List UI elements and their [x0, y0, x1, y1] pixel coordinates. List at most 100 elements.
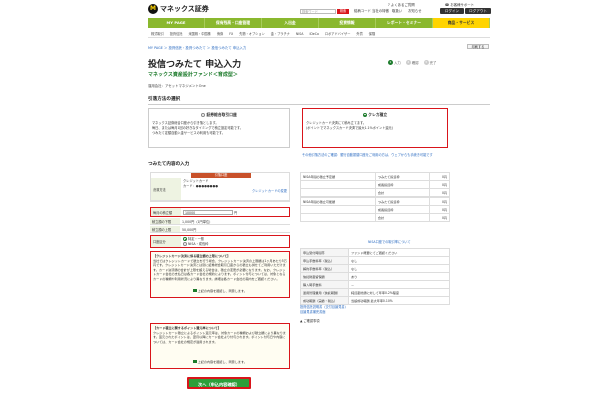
subnav-item[interactable]: 金・プラチナ: [268, 30, 293, 37]
print-button[interactable]: 印刷する: [467, 44, 489, 49]
step-input: 1 入力: [388, 60, 401, 65]
subnav-item[interactable]: 先物・オプション: [236, 30, 268, 37]
subnav-item[interactable]: NISA: [293, 30, 307, 37]
gnav-mypage[interactable]: MY PAGE: [148, 18, 205, 28]
subnav-item[interactable]: 外貨: [353, 30, 365, 37]
cell: 0円: [428, 172, 451, 181]
step-complete: 3 完了: [423, 60, 436, 65]
breadcrumb[interactable]: MY PAGE ＞ 投資信託・投資つみたて ＞ 投信つみたて 申込入力: [148, 45, 246, 50]
help-link[interactable]: ? よくあるご質問: [388, 2, 415, 7]
upper-value: 50,000円: [182, 228, 197, 232]
account-opt2: NISA・成長枠: [188, 242, 209, 246]
step-label: 確認: [411, 61, 419, 65]
subnav-item[interactable]: 債券: [214, 30, 226, 37]
amount-input[interactable]: 10000: [183, 209, 233, 215]
subnav-item[interactable]: FX: [226, 30, 236, 37]
cell: 0円: [428, 197, 451, 206]
step-number: 1: [388, 60, 393, 65]
subnav-item[interactable]: 投資信託: [167, 30, 186, 37]
cell: 0円: [428, 188, 451, 197]
logo-text[interactable]: マネックス証券: [160, 4, 209, 14]
notice2-check-label: 上記の内容を確認し、同意します。: [197, 359, 247, 364]
amount-unit: 円: [234, 210, 238, 215]
toplink-3[interactable]: お知らせ: [408, 9, 422, 14]
cell-key: 成功報酬（実績・税込）: [300, 296, 349, 305]
radio-tokutei[interactable]: [183, 237, 187, 241]
cell-key: 購入時手数料: [300, 280, 349, 289]
lower-label: 積立額の下限: [150, 218, 180, 224]
step-number: 3: [423, 60, 429, 65]
upper-label: 積立額の上限: [150, 226, 180, 232]
option-card-title: クレカ積立: [368, 112, 388, 117]
cell: 成長投資枠: [374, 205, 430, 214]
change-card-link[interactable]: クレジットカードの変更: [252, 189, 287, 193]
fund-name[interactable]: マネックス資産設計ファンド＜育成型＞: [148, 71, 238, 78]
method-section-title: 引落方法の選択: [148, 97, 181, 102]
subnav-item[interactable]: ロボアドバイザー: [322, 30, 354, 37]
customer-support-link[interactable]: ☎ お客様サポート: [445, 2, 474, 7]
cell-value: なし: [348, 256, 450, 265]
gnav-report[interactable]: レポート・セミナー: [376, 18, 433, 28]
global-nav: MY PAGE 保有残高・口座管理 入出金 投資情報 レポート・セミナー 商品・…: [148, 18, 490, 28]
notice1-check-label: 上記の内容を確認し、同意します。: [197, 288, 247, 293]
option-bank-account[interactable]: 証券総合取引口座 マネックス証券総合口座から引き落とします。 毎日、または毎月1…: [148, 108, 290, 148]
supplement-link[interactable]: 目論見書補完書面: [300, 310, 326, 314]
cell-key: 申込受付時間帯: [300, 248, 349, 257]
option-bank-title: 証券総合取引口座: [206, 112, 237, 117]
logout-button[interactable]: ログアウト: [465, 8, 491, 14]
option-credit-card[interactable]: クレカ積立 クレジットカード決済にて積み立てます。 (ポイントでマネックスカード…: [302, 108, 448, 148]
cell-value: 当該成功報酬 最大年率0.10%: [348, 296, 450, 305]
subnav-item[interactable]: 米国株・中国株: [186, 30, 214, 37]
card-label: カード：: [183, 184, 196, 188]
subnav-item[interactable]: 保険: [366, 30, 378, 37]
nisa-plan-table: NISA年間の積立予定額 つみたて投資枠 0円 成長投資枠 0円 合計 0円: [300, 172, 451, 197]
support-label: お客様サポート: [450, 3, 475, 7]
checkbox-notice1[interactable]: [193, 288, 197, 293]
cell: [300, 205, 376, 214]
prospectus-link[interactable]: 投資信託説明書（交付目論見書）: [300, 305, 348, 309]
cell-value: －: [348, 280, 450, 289]
logo-icon[interactable]: M: [148, 4, 158, 14]
page-title: 投信つみたて 申込入力: [148, 60, 242, 70]
nisa-available-table: NISA年間の積立可能額 つみたて投資枠 0円 成長投資枠 0円 合計 0円: [300, 197, 451, 222]
card-number: ●●●●●●●●: [195, 184, 219, 188]
nisa-link[interactable]: NISA口座での取引率について: [368, 239, 411, 244]
cell: つみたて投資枠: [374, 197, 430, 206]
subnav-item[interactable]: 株式取引: [148, 30, 167, 37]
cell: つみたて投資枠: [374, 172, 430, 181]
account-label: 口座区分: [151, 236, 181, 247]
cell-key: 申込手数料率（税込）: [300, 256, 349, 265]
method-link-text[interactable]: その他引落方法のご確認：銀行自動振替口座をご利用の方は、ウェブからも手続き可能で…: [302, 153, 433, 157]
option-card-text: (ポイントでマネックスカード決済で最大1.1%ポイント還元): [306, 126, 393, 130]
gnav-info[interactable]: 投資情報: [319, 18, 376, 28]
cell: [300, 188, 376, 197]
account-value: 特定・一般 NISA・成長枠: [181, 236, 289, 247]
subnav-item[interactable]: iDeCo: [306, 30, 321, 37]
search-input[interactable]: 検索ワード: [300, 9, 336, 14]
side-hint-text: ご確認事項: [303, 319, 320, 323]
notice-point: 【カード積立に関するポイント還元率について】 クレジットカード積立によるポイント…: [150, 323, 290, 369]
toplink-1[interactable]: 当社の特徴: [372, 9, 389, 14]
notice-card-limit: 【クレジットカード決済に係る積立額の上限について】 当社ではクレジットカードで積…: [150, 251, 290, 298]
progress-steps: 1 入力 2 確認 3 完了: [388, 60, 436, 65]
next-button[interactable]: 次へ（申込内容確認）: [187, 377, 251, 389]
search-button[interactable]: 検索: [337, 9, 349, 14]
pay-method-label: 決済方法: [151, 178, 181, 200]
nisa-link-text[interactable]: NISA口座での取引率について: [368, 240, 411, 244]
login-button[interactable]: ログイン: [440, 8, 464, 14]
gnav-holdings[interactable]: 保有残高・口座管理: [205, 18, 262, 28]
toplink-0[interactable]: 銘柄コード: [354, 9, 371, 14]
method-link[interactable]: その他引落方法のご確認：銀行自動振替口座をご利用の方は、ウェブからも手続き可能で…: [302, 152, 433, 157]
cell: 合計: [374, 213, 430, 222]
lower-row: 積立額の下限 1,000円（1円単位）: [150, 218, 290, 225]
checkbox-notice2[interactable]: [193, 359, 197, 364]
account-row: 口座区分 特定・一般 NISA・成長枠: [150, 235, 290, 248]
radio-nisa[interactable]: [183, 242, 187, 246]
cell-value: ファンド概要にてご確認ください: [348, 248, 450, 257]
radio-bank[interactable]: [201, 113, 206, 117]
gnav-products[interactable]: 商品・サービス: [433, 18, 490, 28]
toplink-2[interactable]: 取扱い: [392, 9, 402, 14]
radio-card[interactable]: [362, 113, 367, 117]
cell: 0円: [428, 213, 451, 222]
gnav-deposit[interactable]: 入出金: [262, 18, 319, 28]
